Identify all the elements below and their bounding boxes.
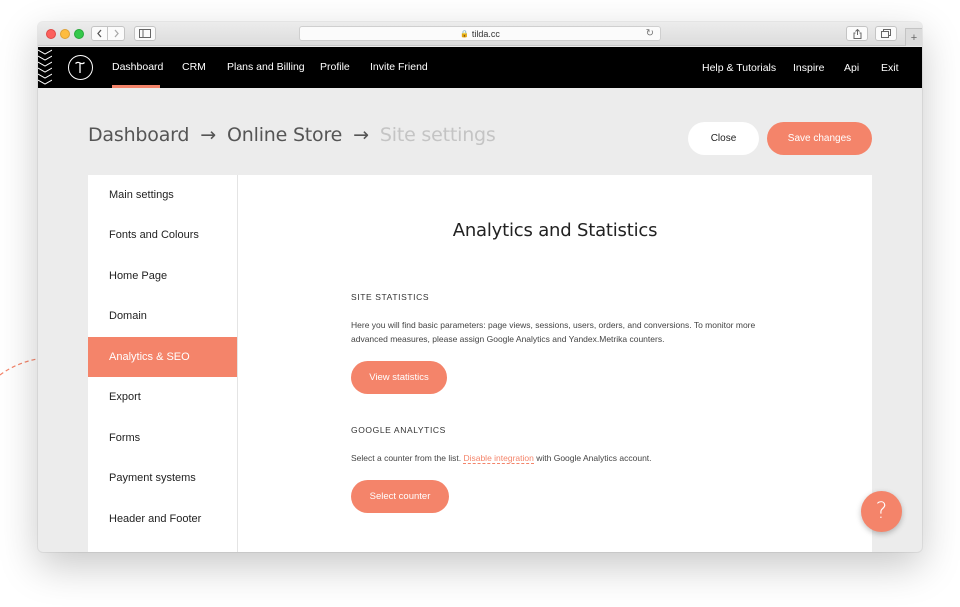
zoom-window-button[interactable] bbox=[74, 29, 84, 39]
site-statistics-description: Here you will find basic parameters: pag… bbox=[351, 320, 756, 344]
address-url: tilda.cc bbox=[471, 28, 500, 39]
sidebar-item-domain[interactable]: Domain bbox=[88, 296, 237, 336]
browser-window: 🔒 tilda.cc ↻ + Dashboard CRM Plans and B… bbox=[38, 22, 922, 552]
close-window-button[interactable] bbox=[46, 29, 56, 39]
settings-sidebar: Main settings Fonts and Colours Home Pag… bbox=[88, 175, 238, 552]
reload-icon[interactable]: ↻ bbox=[646, 28, 654, 39]
share-icon bbox=[853, 28, 861, 39]
lock-icon: 🔒 bbox=[460, 30, 469, 38]
chevron-left-icon bbox=[97, 29, 102, 38]
sidebar-item-analytics-and-seo[interactable]: Analytics & SEO bbox=[88, 337, 237, 377]
nav-profile[interactable]: Profile bbox=[320, 61, 350, 73]
breadcrumb-online-store[interactable]: Online Store bbox=[227, 124, 342, 146]
sidebar-item-export[interactable]: Export bbox=[88, 377, 237, 417]
nav-active-indicator bbox=[112, 85, 160, 88]
page-title: Analytics and Statistics bbox=[452, 220, 658, 241]
help-button[interactable]: ? bbox=[861, 491, 902, 532]
breadcrumb: Dashboard → Online Store → Site settings bbox=[88, 124, 496, 146]
google-analytics-description: Select a counter from the list. Disable … bbox=[351, 451, 771, 465]
disable-integration-link[interactable]: Disable integration bbox=[463, 453, 534, 464]
question-mark-icon: ? bbox=[875, 499, 888, 524]
address-bar[interactable]: 🔒 tilda.cc ↻ bbox=[299, 26, 661, 41]
sidebar-item-fonts-and-colours[interactable]: Fonts and Colours bbox=[88, 215, 237, 255]
nav-invite-friend[interactable]: Invite Friend bbox=[370, 61, 428, 73]
close-button[interactable]: Close bbox=[688, 122, 759, 155]
settings-content: Analytics and Statistics SITE STATISTICS… bbox=[238, 175, 872, 552]
sidebar-toggle-button[interactable] bbox=[134, 26, 156, 41]
tilda-logo[interactable] bbox=[68, 55, 93, 80]
top-navigation: Dashboard CRM Plans and Billing Profile … bbox=[38, 47, 922, 88]
google-analytics-heading: GOOGLE ANALYTICS bbox=[351, 425, 446, 435]
nav-api[interactable]: Api bbox=[844, 62, 859, 74]
nav-crm[interactable]: CRM bbox=[182, 61, 206, 73]
plus-icon: + bbox=[910, 31, 918, 44]
site-statistics-heading: SITE STATISTICS bbox=[351, 292, 430, 302]
forward-button[interactable] bbox=[108, 26, 125, 41]
ga-text-after: with Google Analytics account. bbox=[536, 453, 652, 463]
tabs-overview-button[interactable] bbox=[875, 26, 897, 41]
breadcrumb-arrow: → bbox=[353, 124, 369, 146]
zigzag-decoration bbox=[38, 49, 52, 85]
breadcrumb-site-settings: Site settings bbox=[379, 124, 496, 146]
sidebar-item-main-settings[interactable]: Main settings bbox=[88, 175, 237, 215]
sidebar-item-payment-systems[interactable]: Payment systems bbox=[88, 458, 237, 498]
save-changes-button[interactable]: Save changes bbox=[767, 122, 872, 155]
sidebar-item-forms[interactable]: Forms bbox=[88, 418, 237, 458]
ga-text-before: Select a counter from the list. bbox=[351, 453, 462, 463]
breadcrumb-dashboard[interactable]: Dashboard bbox=[88, 124, 189, 146]
nav-inspire[interactable]: Inspire bbox=[793, 62, 825, 74]
minimize-window-button[interactable] bbox=[60, 29, 70, 39]
chevron-right-icon bbox=[114, 29, 119, 38]
breadcrumb-arrow: → bbox=[200, 124, 217, 146]
view-statistics-button[interactable]: View statistics bbox=[351, 361, 447, 394]
browser-titlebar: 🔒 tilda.cc ↻ + bbox=[38, 22, 922, 46]
new-tab-button[interactable]: + bbox=[905, 28, 922, 46]
tabs-icon bbox=[881, 29, 891, 38]
sidebar-item-header-and-footer[interactable]: Header and Footer bbox=[88, 499, 237, 539]
nav-plans-and-billing[interactable]: Plans and Billing bbox=[227, 61, 305, 73]
nav-dashboard[interactable]: Dashboard bbox=[112, 61, 163, 73]
back-button[interactable] bbox=[91, 26, 108, 41]
select-counter-button[interactable]: Select counter bbox=[351, 480, 449, 513]
tilda-logo-icon bbox=[75, 61, 85, 73]
nav-help-and-tutorials[interactable]: Help & Tutorials bbox=[702, 62, 776, 74]
nav-exit[interactable]: Exit bbox=[881, 62, 899, 74]
sidebar-icon bbox=[139, 29, 151, 38]
sidebar-item-home-page[interactable]: Home Page bbox=[88, 256, 237, 296]
share-button[interactable] bbox=[846, 26, 868, 41]
